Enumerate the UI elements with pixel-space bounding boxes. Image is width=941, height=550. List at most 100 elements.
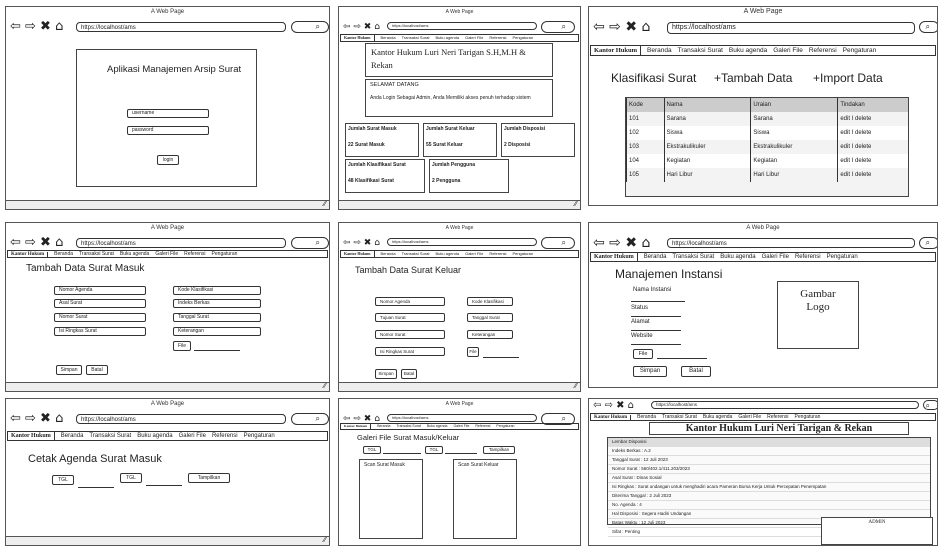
nav-buku-agenda[interactable]: Buku agenda: [137, 432, 172, 440]
file-button[interactable]: File: [173, 341, 191, 351]
row-actions[interactable]: edit I delete: [837, 168, 908, 182]
date-from-button[interactable]: TGL: [52, 475, 74, 485]
nav-referensi[interactable]: Referensi: [809, 46, 837, 55]
add-data-button[interactable]: +Tambah Data: [714, 71, 792, 85]
brand-label[interactable]: Kantor Hukum: [591, 253, 638, 261]
nav-transaksi-surat[interactable]: Transaksi Surat: [89, 432, 131, 440]
cancel-button[interactable]: Batal: [86, 365, 108, 375]
nav-galeri-file[interactable]: Galeri File: [465, 251, 483, 257]
form-field[interactable]: Isi Ringkas Surat: [54, 327, 146, 336]
resize-icon[interactable]: ⁄⁄: [575, 201, 577, 209]
form-field[interactable]: Kode Klasifikasi: [173, 286, 261, 295]
nav-pengaturan[interactable]: Pengaturan: [496, 424, 514, 429]
show-button[interactable]: Tampilkan: [188, 473, 230, 483]
brand-label[interactable]: Kantor Hukum: [8, 252, 49, 257]
nav-buttons-icon[interactable]: ⇦ ⇨ ✖ ⌂: [593, 236, 650, 250]
nav-beranda[interactable]: Beranda: [647, 46, 672, 55]
row-actions[interactable]: edit I delete: [837, 154, 908, 168]
nav-transaksi-surat[interactable]: Transaksi Surat: [396, 424, 420, 429]
nav-pengaturan[interactable]: Pengaturan: [212, 251, 238, 257]
nav-beranda[interactable]: Beranda: [377, 424, 390, 429]
search-icon[interactable]: ⌕: [541, 237, 575, 249]
nav-pengaturan[interactable]: Pengaturan: [512, 251, 533, 257]
nav-galeri-file[interactable]: Galeri File: [465, 35, 483, 41]
show-button[interactable]: Tampilkan: [483, 446, 515, 454]
form-field[interactable]: Keterangan: [467, 330, 513, 339]
brand-label[interactable]: Kantor Hukum: [8, 432, 55, 440]
nav-beranda[interactable]: Beranda: [381, 35, 396, 41]
url-bar[interactable]: https://localhost/ams: [667, 238, 915, 248]
resize-icon[interactable]: ⁄⁄: [324, 201, 326, 209]
nav-referensi[interactable]: Referensi: [212, 432, 238, 440]
url-bar[interactable]: https://localhost/ams: [387, 22, 537, 30]
nav-transaksi-surat[interactable]: Transaksi Surat: [79, 251, 114, 257]
form-field[interactable]: Nomor Agenda: [375, 297, 445, 306]
file-button[interactable]: File: [467, 347, 479, 357]
url-bar[interactable]: https://localhost/ams: [76, 22, 286, 32]
nav-transaksi-surat[interactable]: Transaksi Surat: [672, 253, 714, 261]
nav-referensi[interactable]: Referensi: [184, 251, 205, 257]
form-field[interactable]: Nomor Surat: [375, 330, 445, 339]
form-field[interactable]: Isi Ringkas Surat: [375, 347, 445, 356]
nav-buttons-icon[interactable]: ⇦ ⇨ ✖ ⌂: [10, 20, 63, 34]
logo-placeholder[interactable]: Gambar Logo: [777, 281, 859, 349]
nav-pengaturan[interactable]: Pengaturan: [827, 253, 858, 261]
input-line[interactable]: [631, 316, 681, 317]
cancel-button[interactable]: Batal: [681, 366, 711, 377]
input-line[interactable]: [631, 344, 681, 345]
nav-buttons-icon[interactable]: ⇦ ⇨ ✖ ⌂: [593, 20, 650, 34]
row-actions[interactable]: edit I delete: [837, 112, 908, 126]
url-bar[interactable]: https://localhost/ams: [667, 22, 915, 34]
nav-beranda[interactable]: Beranda: [61, 432, 84, 440]
form-field[interactable]: Asal Surat: [54, 299, 146, 308]
date-to-button[interactable]: TGL: [120, 473, 142, 483]
nav-buku-agenda[interactable]: Buku agenda: [436, 35, 460, 41]
url-bar[interactable]: https://localhost/ams: [387, 238, 537, 246]
password-field[interactable]: password: [127, 126, 209, 135]
nav-buttons-icon[interactable]: ⇦ ⇨ ✖ ⌂: [593, 399, 634, 413]
nav-referensi[interactable]: Referensi: [767, 414, 788, 420]
nav-buku-agenda[interactable]: Buku agenda: [427, 424, 448, 429]
nav-galeri-file[interactable]: Galeri File: [453, 424, 469, 429]
row-actions[interactable]: edit I delete: [837, 126, 908, 140]
date-to-button[interactable]: TGL: [425, 446, 443, 454]
save-button[interactable]: Simpan: [56, 365, 82, 375]
nav-buku-agenda[interactable]: Buku agenda: [436, 251, 460, 257]
save-button[interactable]: Simpan: [375, 369, 397, 379]
brand-label[interactable]: Kantor Hukum: [591, 46, 642, 55]
form-field[interactable]: Tujuan Surat: [375, 313, 445, 322]
resize-icon[interactable]: ⁄⁄: [575, 383, 577, 391]
input-line[interactable]: [631, 301, 685, 302]
save-button[interactable]: Simpan: [633, 366, 667, 377]
nav-beranda[interactable]: Beranda: [644, 253, 667, 261]
nav-buttons-icon[interactable]: ⇦ ⇨ ✖ ⌂: [10, 412, 63, 426]
nav-buttons-icon[interactable]: ⇦ ⇨ ✖ ⌂: [10, 236, 63, 250]
nav-buku-agenda[interactable]: Buku agenda: [720, 253, 755, 261]
nav-referensi[interactable]: Referensi: [795, 253, 821, 261]
nav-pengaturan[interactable]: Pengaturan: [512, 35, 533, 41]
url-bar[interactable]: https://localhost/ams: [387, 414, 537, 422]
nav-buttons-icon[interactable]: ⇦ ⇨ ✖ ⌂: [343, 236, 380, 250]
nav-transaksi-surat[interactable]: Transaksi Surat: [678, 46, 723, 55]
form-field[interactable]: Tanggal Surat: [467, 313, 513, 322]
nav-transaksi-surat[interactable]: Transaksi Surat: [662, 414, 697, 420]
scan-in-box[interactable]: Scan Surat Masuk: [359, 459, 423, 539]
nav-pengaturan[interactable]: Pengaturan: [843, 46, 877, 55]
search-icon[interactable]: ⌕: [291, 413, 329, 425]
url-bar[interactable]: https://localhost/ams: [76, 414, 286, 424]
username-field[interactable]: username: [127, 109, 209, 118]
nav-pengaturan[interactable]: Pengaturan: [795, 414, 821, 420]
form-field[interactable]: Keterangan: [173, 327, 261, 336]
brand-label[interactable]: Kantor Hukum: [341, 35, 375, 41]
nav-beranda[interactable]: Beranda: [637, 414, 656, 420]
search-icon[interactable]: ⌕: [919, 21, 937, 33]
nav-galeri-file[interactable]: Galeri File: [762, 253, 789, 261]
nav-galeri-file[interactable]: Galeri File: [179, 432, 206, 440]
nav-transaksi-surat[interactable]: Transaksi Surat: [402, 251, 430, 257]
form-field[interactable]: Indeks Berkas: [173, 299, 261, 308]
nav-beranda[interactable]: Beranda: [381, 251, 396, 257]
nav-pengaturan[interactable]: Pengaturan: [244, 432, 275, 440]
search-icon[interactable]: ⌕: [541, 21, 575, 33]
scan-out-box[interactable]: Scan Surat Keluar: [453, 459, 517, 539]
url-bar[interactable]: https://localhost/ams: [76, 238, 286, 248]
